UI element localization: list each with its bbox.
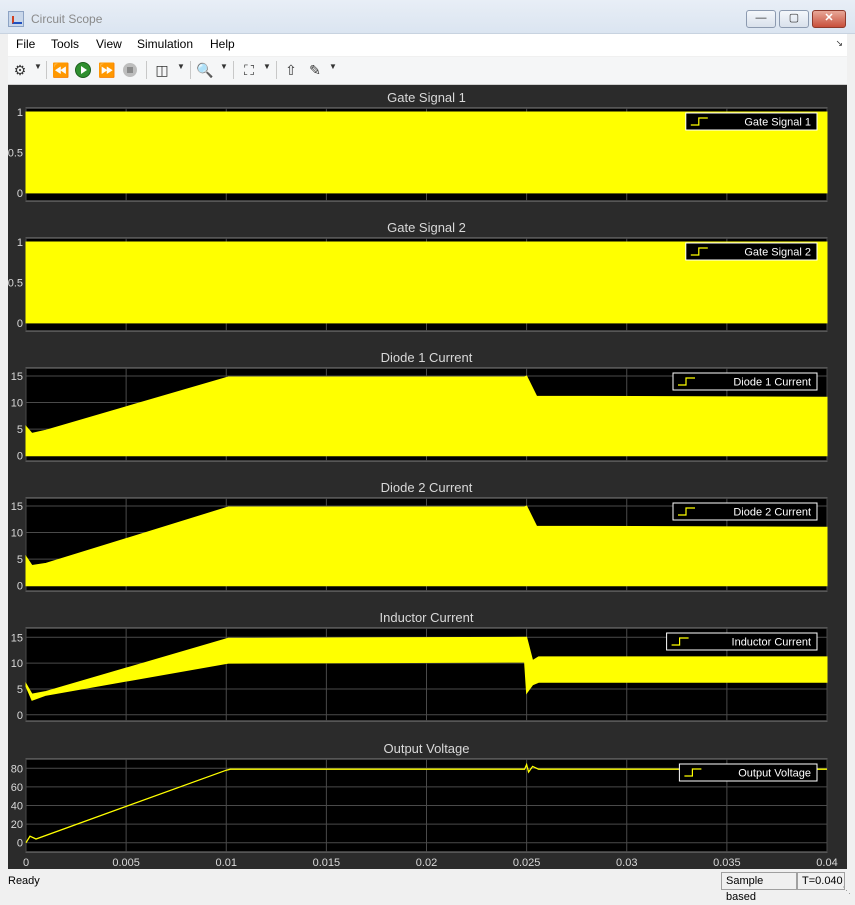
legend[interactable]: Gate Signal 1	[685, 112, 818, 131]
simulation-time: T=0.040	[797, 872, 845, 890]
step-back-icon[interactable]: ⏪	[52, 61, 70, 79]
y-tick-label: 5	[17, 684, 23, 696]
scope-panel: Diode 2 Current 0 5 10 15 Diode 2 Current	[11, 480, 828, 593]
menu-tools[interactable]: Tools	[51, 37, 79, 51]
y-tick-label: 15	[11, 371, 23, 383]
y-tick-label: 20	[11, 819, 23, 831]
y-tick-label: 0	[17, 188, 23, 200]
plot-title: Gate Signal 1	[387, 90, 466, 105]
y-tick-label: 0	[17, 838, 23, 850]
plot-title: Diode 1 Current	[381, 350, 473, 365]
maximize-button[interactable]: ▢	[779, 10, 809, 28]
minimize-button[interactable]: —	[746, 10, 776, 28]
stop-icon[interactable]	[121, 61, 139, 79]
legend[interactable]: Diode 1 Current	[672, 372, 818, 391]
zoom-in-icon[interactable]: 🔍	[196, 61, 214, 79]
x-tick-label: 0.025	[513, 857, 541, 869]
signal-selector-dropdown-icon[interactable]: ▼	[177, 62, 185, 71]
legend[interactable]: Output Voltage	[678, 763, 818, 782]
signal-selector-icon[interactable]: ◫	[153, 61, 171, 79]
legend-label: Gate Signal 2	[744, 247, 811, 259]
menu-view[interactable]: View	[96, 37, 122, 51]
y-tick-label: 0	[17, 451, 23, 463]
y-tick-label: 1	[17, 237, 23, 249]
scope-panel: Gate Signal 2 0 0.5 1 Gate Signal 2	[8, 220, 828, 332]
status-text: Ready	[8, 875, 40, 887]
legend-label: Gate Signal 1	[744, 117, 811, 129]
x-tick-label: 0.01	[216, 857, 237, 869]
y-tick-label: 80	[11, 763, 23, 775]
y-tick-label: 0.5	[8, 277, 23, 289]
legend[interactable]: Diode 2 Current	[672, 502, 818, 521]
scope-panel: Gate Signal 1 0 0.5 1 Gate Signal 1	[8, 90, 828, 202]
x-tick-label: 0.005	[112, 857, 140, 869]
style-dropdown-icon[interactable]: ▼	[329, 62, 337, 71]
resize-grip-icon[interactable]: ⋱	[842, 885, 851, 896]
legend-label: Inductor Current	[732, 637, 811, 649]
menu-file[interactable]: File	[16, 37, 35, 51]
scope-panel: Diode 1 Current 0 5 10 15 Diode 1 Current	[11, 350, 828, 463]
legend-label: Diode 2 Current	[733, 507, 811, 519]
y-tick-label: 10	[11, 398, 23, 410]
autoscale-icon[interactable]: ⛶	[240, 61, 258, 79]
run-icon[interactable]	[74, 61, 92, 79]
y-tick-label: 60	[11, 782, 23, 794]
autoscale-dropdown-icon[interactable]: ▼	[263, 62, 271, 71]
step-forward-icon[interactable]: ⏩	[98, 61, 116, 79]
gear-icon[interactable]: ⚙	[11, 61, 29, 79]
y-tick-label: 15	[11, 632, 23, 644]
toolbar: ⚙ ▼ ⏪ ⏩ ◫ ▼ 🔍 ▼ ⛶ ▼ ⇧ ✎ ▼	[8, 57, 847, 85]
menu-help[interactable]: Help	[210, 37, 235, 51]
scope-panel: Output Voltage 0 20 40 60 80 Output Voltage	[11, 741, 828, 853]
window-title: Circuit Scope	[31, 12, 103, 26]
menu-dock-arrow-icon[interactable]: ↘	[835, 38, 843, 49]
plot-title: Diode 2 Current	[381, 480, 473, 495]
plot-title: Gate Signal 2	[387, 220, 466, 235]
plot-title: Inductor Current	[380, 610, 474, 625]
x-tick-label: 0.02	[416, 857, 437, 869]
x-tick-label: 0.015	[313, 857, 341, 869]
close-button[interactable]: ✕	[812, 10, 846, 28]
menu-simulation[interactable]: Simulation	[137, 37, 193, 51]
scope-panel: Inductor Current 0 5 10 15 Inductor Current	[11, 610, 828, 722]
status-bar: Ready Sample based T=0.040 ⋱	[0, 869, 855, 903]
y-tick-label: 5	[17, 554, 23, 566]
scope-plots[interactable]: Gate Signal 100.51Gate Signal 1Gate Sign…	[8, 85, 847, 869]
x-tick-label: 0.035	[713, 857, 741, 869]
legend[interactable]: Inductor Current	[666, 632, 818, 651]
plot-title: Output Voltage	[383, 741, 469, 756]
zoom-dropdown-icon[interactable]: ▼	[220, 62, 228, 71]
legend-label: Diode 1 Current	[733, 377, 811, 389]
y-tick-label: 0	[17, 318, 23, 330]
y-tick-label: 0	[17, 581, 23, 593]
x-tick-label: 0	[23, 857, 29, 869]
x-tick-label: 0.04	[816, 857, 837, 869]
legend-label: Output Voltage	[738, 768, 811, 780]
scope-display: Gate Signal 1 0 0.5 1 Gate Signal 1 Gate Sign…	[8, 85, 847, 869]
y-tick-label: 1	[17, 107, 23, 119]
x-tick-label: 0.03	[616, 857, 637, 869]
scope-app-icon	[8, 11, 24, 27]
highlight-block-icon[interactable]: ⇧	[282, 61, 300, 79]
y-tick-label: 10	[11, 528, 23, 540]
menu-bar: File Tools View Simulation Help ↘	[8, 34, 847, 56]
legend[interactable]: Gate Signal 2	[685, 242, 818, 261]
title-bar: Circuit Scope — ▢ ✕	[0, 0, 855, 34]
y-tick-label: 15	[11, 501, 23, 513]
style-icon[interactable]: ✎	[306, 61, 324, 79]
gear-dropdown-icon[interactable]: ▼	[34, 62, 42, 71]
sample-mode: Sample based	[721, 872, 797, 903]
y-tick-label: 40	[11, 801, 23, 813]
y-tick-label: 0	[17, 710, 23, 722]
y-tick-label: 5	[17, 424, 23, 436]
y-tick-label: 10	[11, 658, 23, 670]
y-tick-label: 0.5	[8, 147, 23, 159]
